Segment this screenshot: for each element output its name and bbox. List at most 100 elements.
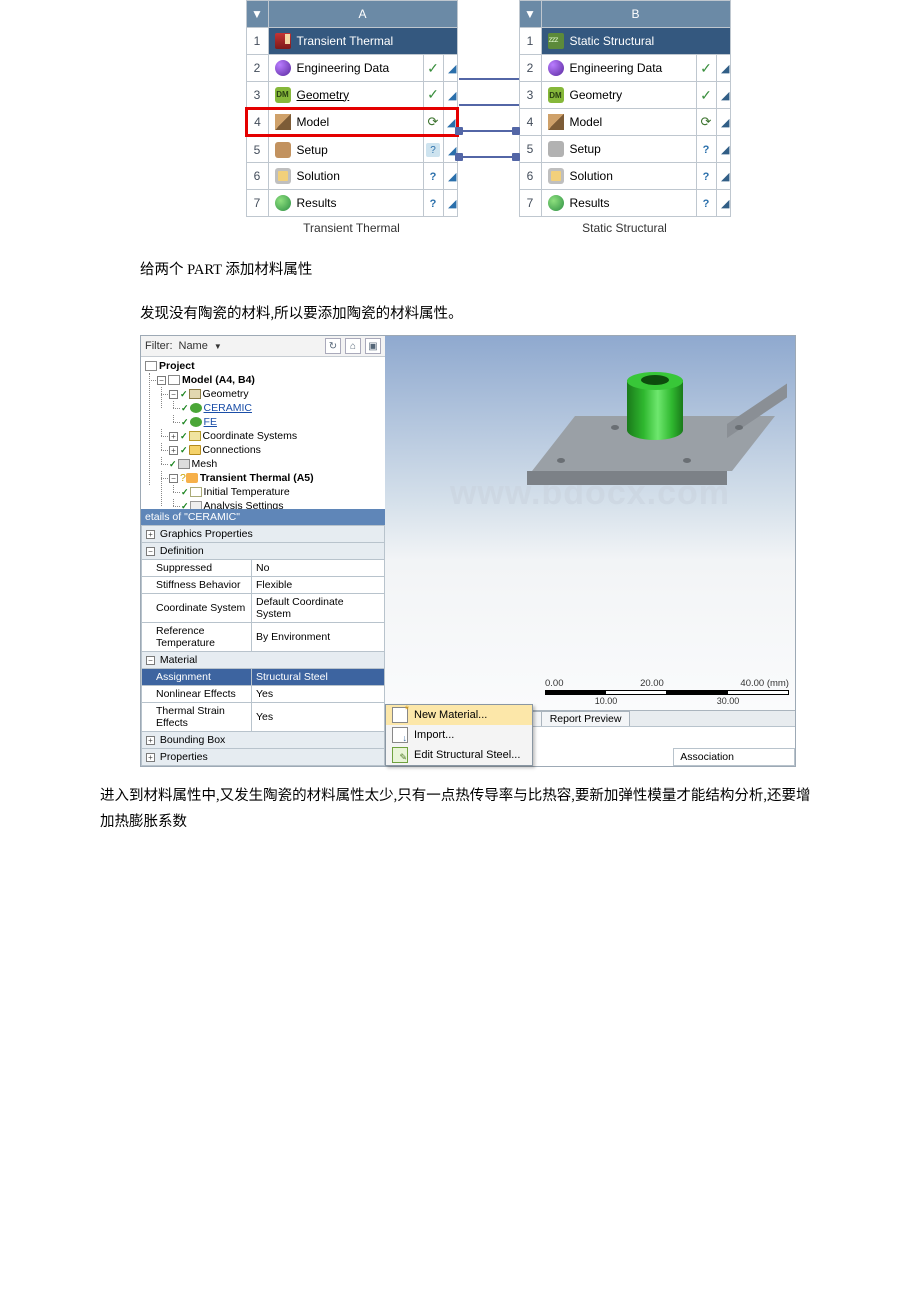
body-icon xyxy=(190,417,202,427)
association-header: Association xyxy=(673,748,795,766)
cell-model-b[interactable]: Model xyxy=(570,115,603,129)
flag-icon: ◢ xyxy=(448,198,456,210)
expand-icon[interactable]: + xyxy=(169,446,178,455)
flag-icon: ◢ xyxy=(721,144,729,156)
flag-icon: ◢ xyxy=(721,117,729,129)
expand-icon[interactable]: + xyxy=(146,736,155,745)
expand-icon[interactable]: − xyxy=(169,390,178,399)
model-icon xyxy=(548,114,564,130)
toolbar-refresh-icon[interactable]: ↻ xyxy=(325,338,341,354)
toolbar-expand-icon[interactable]: ▣ xyxy=(365,338,381,354)
dropdown-arrow[interactable]: ▼ xyxy=(246,1,268,28)
flag-icon: ◢ xyxy=(721,198,729,210)
project-icon xyxy=(145,361,157,371)
cell-solution-b[interactable]: Solution xyxy=(570,169,613,183)
paragraph-2: 发现没有陶瓷的材料,所以要添加陶瓷的材料属性。 xyxy=(140,301,820,327)
geometry-icon: DM xyxy=(548,87,564,103)
expand-icon[interactable]: − xyxy=(146,656,155,665)
flag-icon: ◢ xyxy=(448,90,456,102)
system-a-title: Transient Thermal xyxy=(297,34,394,48)
new-material-icon xyxy=(392,707,408,723)
filter-name[interactable]: Name xyxy=(179,340,208,352)
edit-material-icon xyxy=(392,747,408,763)
cell-results-a[interactable]: Results xyxy=(297,196,337,210)
flag-icon: ◢ xyxy=(448,63,456,75)
expand-icon[interactable]: + xyxy=(146,530,155,539)
connections-icon xyxy=(189,445,201,455)
expand-icon[interactable]: − xyxy=(157,376,166,385)
system-b-header: B xyxy=(541,1,730,28)
mesh-icon xyxy=(178,459,190,469)
check-icon: ✓ xyxy=(700,87,712,103)
ceramic-node[interactable]: CERAMIC xyxy=(204,402,252,414)
fe-node[interactable]: FE xyxy=(204,416,217,428)
analysis-icon xyxy=(186,473,198,483)
tree-toolbar: Filter: Name ▼ ↻ ⌂ ▣ xyxy=(141,336,385,357)
engineering-data-icon xyxy=(548,60,564,76)
expand-icon[interactable]: + xyxy=(169,432,178,441)
static-structural-icon xyxy=(548,33,564,49)
scale-ruler: 0.0020.0040.00 (mm) 10.0030.00 xyxy=(545,678,789,706)
dropdown-arrow[interactable]: ▼ xyxy=(519,1,541,28)
suppressed-key: Suppressed xyxy=(142,560,252,577)
thermalstrain-value[interactable]: Yes xyxy=(252,703,385,732)
outline-tree[interactable]: Project −Model (A4, B4) −✓Geometry ✓CERA… xyxy=(141,357,385,509)
results-icon xyxy=(275,195,291,211)
cell-geometry-a[interactable]: Geometry xyxy=(297,88,350,102)
body-icon xyxy=(190,403,202,413)
cell-results-b[interactable]: Results xyxy=(570,196,610,210)
transient-thermal-node[interactable]: Transient Thermal (A5) xyxy=(200,472,314,484)
details-header: etails of "CERAMIC" xyxy=(141,509,385,525)
cell-model-a[interactable]: Model xyxy=(297,115,330,129)
system-a-header: A xyxy=(268,1,457,28)
import-icon xyxy=(392,727,408,743)
stiffness-value[interactable]: Flexible xyxy=(252,577,385,594)
thermalstrain-key: Thermal Strain Effects xyxy=(142,703,252,732)
tab-report-preview[interactable]: Report Preview xyxy=(541,711,631,726)
cs-value[interactable]: Default Coordinate System xyxy=(252,594,385,623)
analysis-settings-icon xyxy=(190,501,202,509)
graphics-viewport[interactable]: www.bdocx.com 0.0020.0040.00 (mm) 10.003… xyxy=(385,336,795,710)
system-connector xyxy=(459,78,519,158)
results-icon xyxy=(548,195,564,211)
system-a-table: ▼A 1Transient Thermal 2Engineering Data✓… xyxy=(245,0,459,217)
nonlinear-value[interactable]: Yes xyxy=(252,686,385,703)
stiffness-key: Stiffness Behavior xyxy=(142,577,252,594)
flag-icon: ◢ xyxy=(721,171,729,183)
question-icon: ? xyxy=(699,197,713,211)
toolbar-filter-icon[interactable]: ⌂ xyxy=(345,338,361,354)
check-icon: ✓ xyxy=(427,86,439,102)
cell-geometry-b[interactable]: Geometry xyxy=(570,88,623,102)
menu-import[interactable]: Import... xyxy=(386,725,532,745)
refresh-icon: ⟳ xyxy=(428,114,439,129)
cs-key: Coordinate System xyxy=(142,594,252,623)
expand-icon[interactable]: − xyxy=(146,547,155,556)
assignment-value[interactable]: Structural Steel xyxy=(252,669,385,686)
paragraph-1: 给两个 PART 添加材料属性 xyxy=(140,257,820,283)
flag-icon: ◢ xyxy=(448,171,456,183)
reftemp-value[interactable]: By Environment xyxy=(252,623,385,652)
geometry-node-icon xyxy=(189,389,201,399)
setup-icon xyxy=(275,142,291,158)
viewport-tabs: Geometry Print Preview Report Preview Ne… xyxy=(385,710,795,726)
expand-icon[interactable]: + xyxy=(146,753,155,762)
mechanical-panel: Filter: Name ▼ ↻ ⌂ ▣ Project −Model (A4,… xyxy=(140,335,796,767)
cell-setup-b[interactable]: Setup xyxy=(570,142,601,156)
model-node-icon xyxy=(168,375,180,385)
cell-engineering-data-b[interactable]: Engineering Data xyxy=(570,61,663,75)
menu-edit-steel[interactable]: Edit Structural Steel... xyxy=(386,745,532,765)
system-b-caption: Static Structural xyxy=(519,221,731,235)
cell-solution-a[interactable]: Solution xyxy=(297,169,340,183)
question-icon: ? xyxy=(426,197,440,211)
cell-engineering-data-a[interactable]: Engineering Data xyxy=(297,61,390,75)
menu-new-material[interactable]: New Material... xyxy=(386,705,532,725)
cell-setup-a[interactable]: Setup xyxy=(297,143,328,157)
engineering-data-icon xyxy=(275,60,291,76)
suppressed-value[interactable]: No xyxy=(252,560,385,577)
question-icon: ? xyxy=(699,143,713,157)
material-context-menu: New Material... Import... Edit Structura… xyxy=(385,704,533,766)
init-temp-icon xyxy=(190,487,202,497)
system-b-table: ▼B 1Static Structural 2Engineering Data✓… xyxy=(519,0,731,217)
expand-icon[interactable]: − xyxy=(169,474,178,483)
refresh-icon: ⟳ xyxy=(701,114,712,129)
